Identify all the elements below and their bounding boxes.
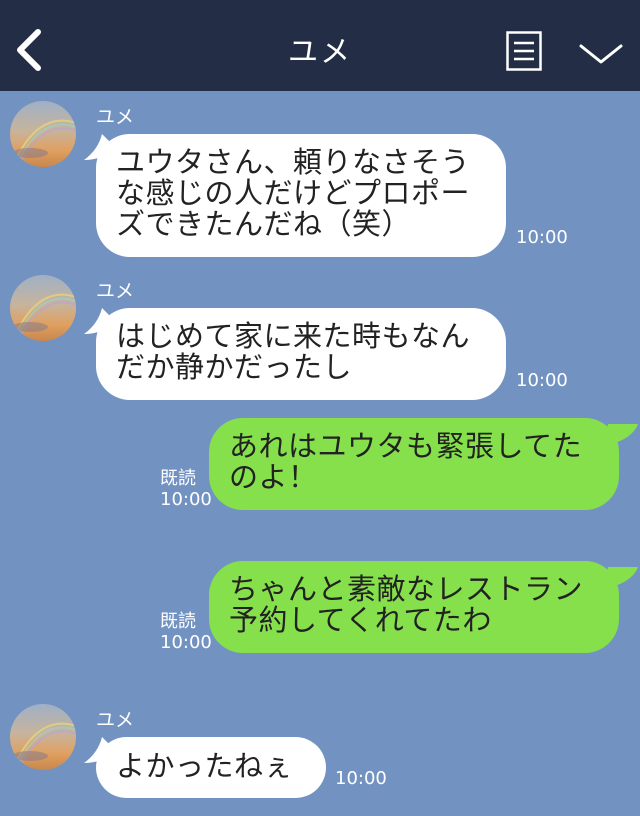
- message-bubble[interactable]: ユウタさん、頼りなさそう な感じの人だけどプロポー ズできたんだね（笑）: [96, 134, 506, 257]
- rainbow-sky-avatar-icon: [10, 704, 76, 770]
- avatar[interactable]: [10, 275, 76, 341]
- message-time: 10:00: [516, 227, 568, 248]
- list-icon[interactable]: [506, 31, 542, 71]
- message-bubble[interactable]: はじめて家に来た時もなん だか静かだったし: [96, 308, 506, 400]
- message-bubble[interactable]: あれはユウタも緊張してた のよ！: [209, 418, 619, 510]
- sender-name: ユメ: [96, 280, 135, 302]
- avatar[interactable]: [10, 704, 76, 770]
- rainbow-sky-avatar-icon: [10, 275, 76, 341]
- read-label: 既読: [160, 468, 196, 489]
- message-bubble[interactable]: よかったねぇ: [96, 737, 326, 798]
- avatar[interactable]: [10, 101, 76, 167]
- read-receipt: 既読 10:00: [160, 611, 212, 653]
- sender-name: ユメ: [96, 106, 135, 128]
- rainbow-sky-avatar-icon: [10, 101, 76, 167]
- read-label: 既読: [160, 611, 196, 632]
- message-time: 10:00: [516, 370, 568, 391]
- message-time: 10:00: [160, 632, 212, 653]
- message-time: 10:00: [335, 768, 387, 789]
- chevron-down-icon[interactable]: [578, 38, 624, 68]
- message-bubble[interactable]: ちゃんと素敵なレストラン 予約してくれてたわ: [209, 561, 619, 653]
- chat-title: ユメ: [288, 35, 352, 70]
- sender-name: ユメ: [96, 709, 135, 731]
- chat-header: ユメ: [0, 0, 640, 91]
- message-time: 10:00: [160, 489, 212, 510]
- read-receipt: 既読 10:00: [160, 468, 212, 510]
